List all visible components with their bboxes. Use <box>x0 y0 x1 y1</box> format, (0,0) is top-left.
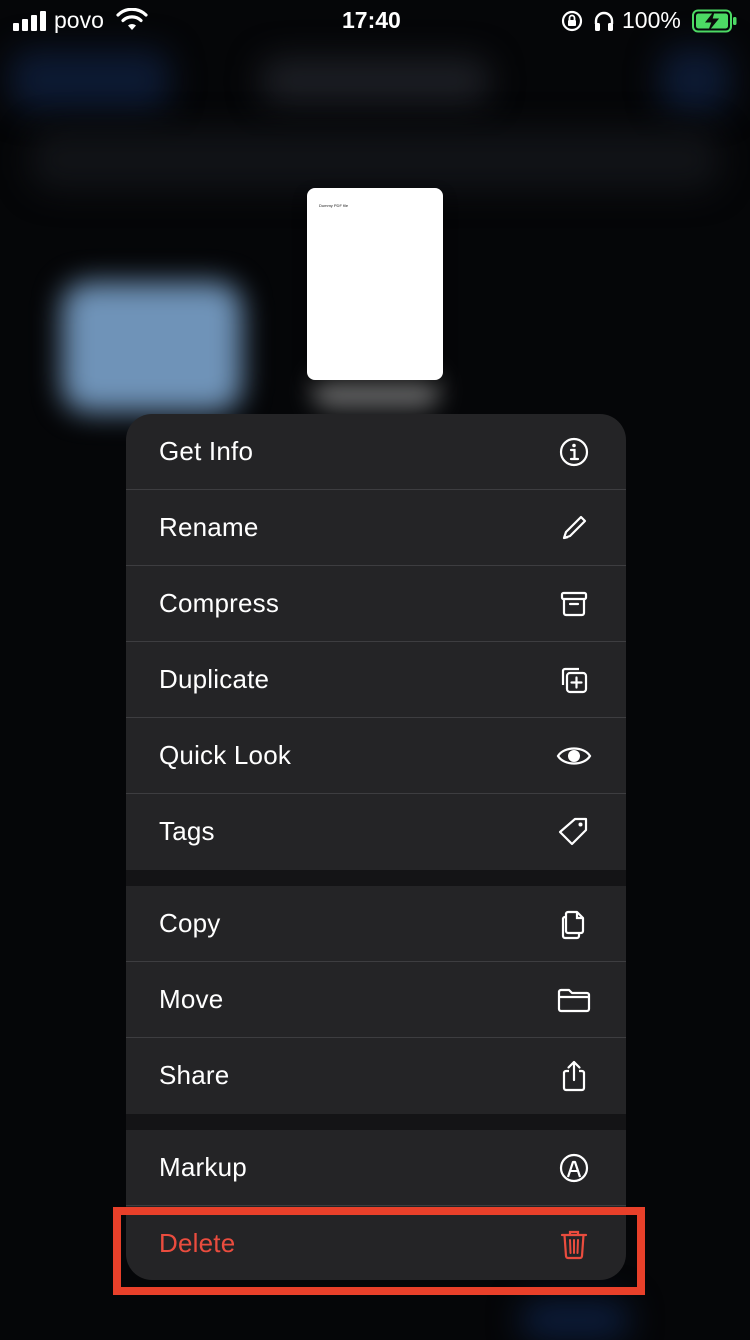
menu-item-markup[interactable]: Markup <box>126 1130 626 1206</box>
menu-item-label: Move <box>159 984 224 1014</box>
menu-item-compress[interactable]: Compress <box>126 566 626 642</box>
folder-icon <box>557 988 591 1013</box>
wifi-icon <box>116 8 148 30</box>
menu-item-label: Share <box>159 1060 230 1090</box>
menu-item-label: Copy <box>159 908 221 938</box>
menu-item-tags[interactable]: Tags <box>126 794 626 870</box>
pencil-icon <box>562 515 587 540</box>
headphones-icon <box>594 11 614 31</box>
background-tabbar-blurred <box>520 1300 630 1340</box>
menu-item-label: Compress <box>159 588 280 618</box>
battery-percentage: 100% <box>622 7 681 33</box>
orientation-lock-icon <box>561 10 583 32</box>
menu-group-separator <box>126 870 626 886</box>
archive-box-icon <box>560 591 588 617</box>
menu-item-label: Get Info <box>159 436 254 466</box>
menu-group-separator <box>126 1114 626 1130</box>
preview-document-title: Dummy PDF file <box>319 203 349 208</box>
eye-icon <box>556 747 592 765</box>
background-action-button-blurred <box>660 48 730 112</box>
menu-item-share[interactable]: Share <box>126 1038 626 1114</box>
background-back-button-blurred <box>10 50 170 110</box>
menu-item-label: Rename <box>159 512 259 542</box>
menu-item-label: Markup <box>159 1152 247 1182</box>
status-bar: povo 17:40 100% <box>0 0 750 44</box>
background-folder-blurred <box>62 282 242 412</box>
copy-icon <box>561 910 585 940</box>
background-search-field-blurred <box>30 130 720 190</box>
battery-charging-icon <box>692 9 737 33</box>
menu-item-duplicate[interactable]: Duplicate <box>126 642 626 718</box>
duplicate-icon <box>561 667 588 694</box>
file-preview[interactable]: Dummy PDF file <box>307 188 443 380</box>
clock-time: 17:40 <box>342 7 401 33</box>
carrier-name: povo <box>54 7 104 33</box>
menu-item-quick-look[interactable]: Quick Look <box>126 718 626 794</box>
tag-icon <box>558 817 588 846</box>
menu-item-move[interactable]: Move <box>126 962 626 1038</box>
markup-icon <box>559 1153 589 1183</box>
menu-item-rename[interactable]: Rename <box>126 490 626 566</box>
menu-item-label: Tags <box>159 816 215 846</box>
share-icon <box>562 1060 586 1092</box>
context-menu: Get Info Rename Compress Duplicate Quick… <box>126 414 626 1280</box>
menu-item-get-info[interactable]: Get Info <box>126 414 626 490</box>
cellular-signal-icon <box>13 11 47 31</box>
menu-item-copy[interactable]: Copy <box>126 886 626 962</box>
menu-item-label: Duplicate <box>159 664 270 694</box>
menu-item-label: Quick Look <box>159 740 292 770</box>
background-title-blurred <box>260 58 490 104</box>
delete-highlight-box <box>113 1207 645 1295</box>
info-icon <box>559 437 589 467</box>
